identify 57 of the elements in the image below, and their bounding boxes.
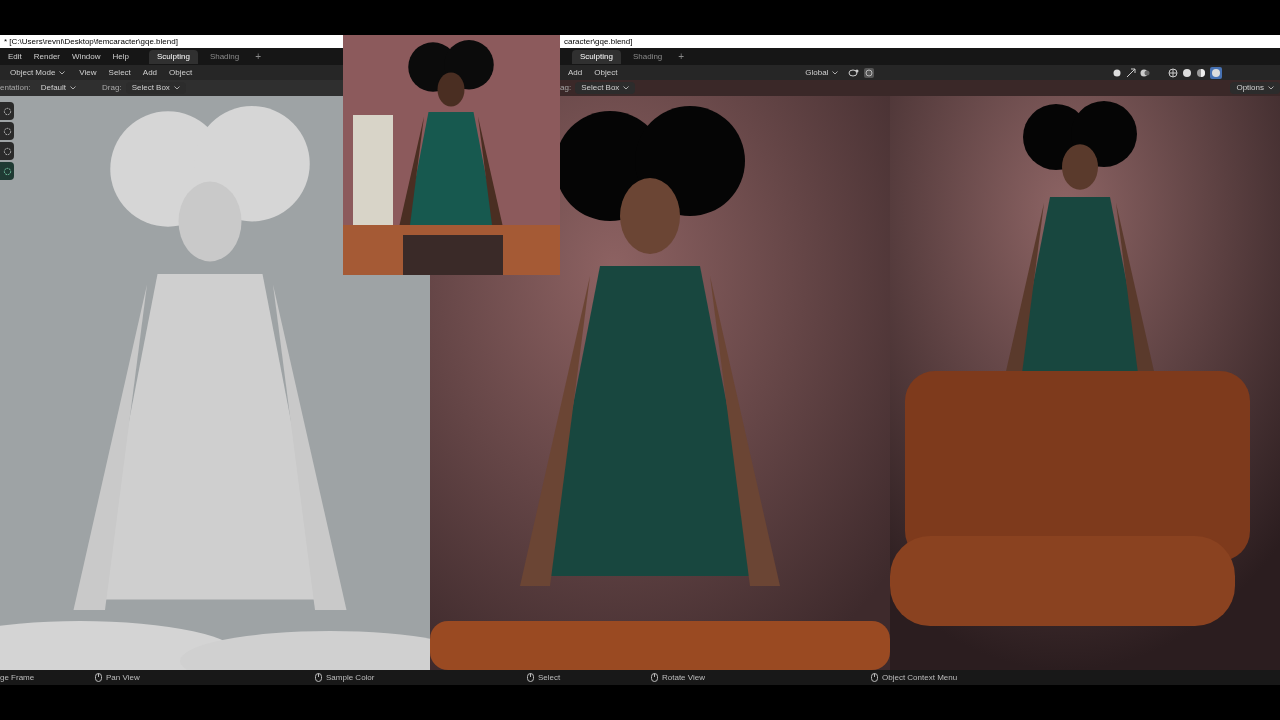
menu-item[interactable]: Select	[104, 66, 135, 79]
solid-shading-icon[interactable]	[1182, 67, 1193, 78]
wireframe-shading-icon[interactable]	[1168, 67, 1179, 78]
caret-icon	[59, 70, 66, 75]
caret-icon	[70, 86, 77, 90]
material-shading-icon[interactable]	[1196, 67, 1207, 78]
menu-item[interactable]: Add	[138, 66, 162, 79]
caret-icon	[173, 86, 180, 90]
caret-icon	[623, 86, 630, 90]
menu-item[interactable]: Window	[68, 50, 105, 63]
status-hint: Object Context Menu	[882, 671, 958, 684]
options-dropdown[interactable]: Options	[1230, 82, 1280, 94]
status-hint: Rotate View	[662, 671, 705, 684]
menu-item[interactable]: Add	[564, 66, 587, 79]
mode-dropdown[interactable]: Object Mode	[4, 66, 72, 79]
window-title: caracter\gqe.blend]	[560, 35, 1280, 48]
menu-item[interactable]: Edit	[4, 50, 26, 63]
drag-dropdown[interactable]: Select Box	[575, 82, 636, 94]
tool-button[interactable]	[0, 122, 14, 140]
dashed-circle-icon	[2, 126, 12, 136]
add-tab-button[interactable]: +	[251, 49, 266, 64]
workspace-tab[interactable]: Sculpting	[572, 49, 621, 64]
status-hint: Pan View	[106, 671, 140, 684]
workspace-tab[interactable]: Sculpting	[148, 49, 198, 64]
dashed-circle-icon	[2, 106, 12, 116]
caret-icon	[832, 70, 839, 75]
field-label: ag:	[560, 82, 572, 94]
menu-item[interactable]: View	[75, 66, 101, 79]
orientation-dropdown[interactable]: Default	[34, 82, 83, 94]
status-hint: ge Frame	[0, 671, 35, 684]
dashed-circle-icon	[2, 166, 12, 176]
mouse-icon	[315, 673, 322, 682]
menu-item[interactable]: Object	[165, 66, 197, 79]
menu-item[interactable]: Help	[108, 50, 133, 63]
tool-button[interactable]	[0, 102, 14, 120]
drag-dropdown[interactable]: Select Box	[125, 82, 186, 94]
mouse-icon	[95, 673, 102, 682]
field-label: entation:	[0, 82, 31, 94]
status-hint: Select	[538, 671, 561, 684]
add-tab-button[interactable]: +	[674, 49, 689, 64]
tool-button[interactable]	[0, 162, 14, 180]
gizmo-icon[interactable]	[1126, 67, 1137, 78]
mouse-icon	[527, 673, 534, 682]
menu-item[interactable]: Object	[590, 66, 622, 79]
rendered-shading-icon[interactable]	[1210, 66, 1223, 79]
window-title: * [C:\Users\revni\Desktop\femcaracter\gqe.blend]	[0, 35, 343, 48]
tool-button[interactable]	[0, 142, 14, 160]
status-hint: Sample Color	[326, 671, 375, 684]
mouse-icon	[871, 673, 878, 682]
workspace-tab[interactable]: Shading	[201, 49, 248, 64]
transform-dropdown[interactable]: Global	[799, 66, 845, 79]
dashed-circle-icon	[2, 146, 12, 156]
caret-icon	[1268, 86, 1274, 90]
mouse-icon	[651, 673, 658, 682]
workspace-tab[interactable]: Shading	[624, 49, 671, 64]
field-label: Drag:	[102, 82, 122, 94]
menu-item[interactable]: Render	[29, 50, 65, 63]
